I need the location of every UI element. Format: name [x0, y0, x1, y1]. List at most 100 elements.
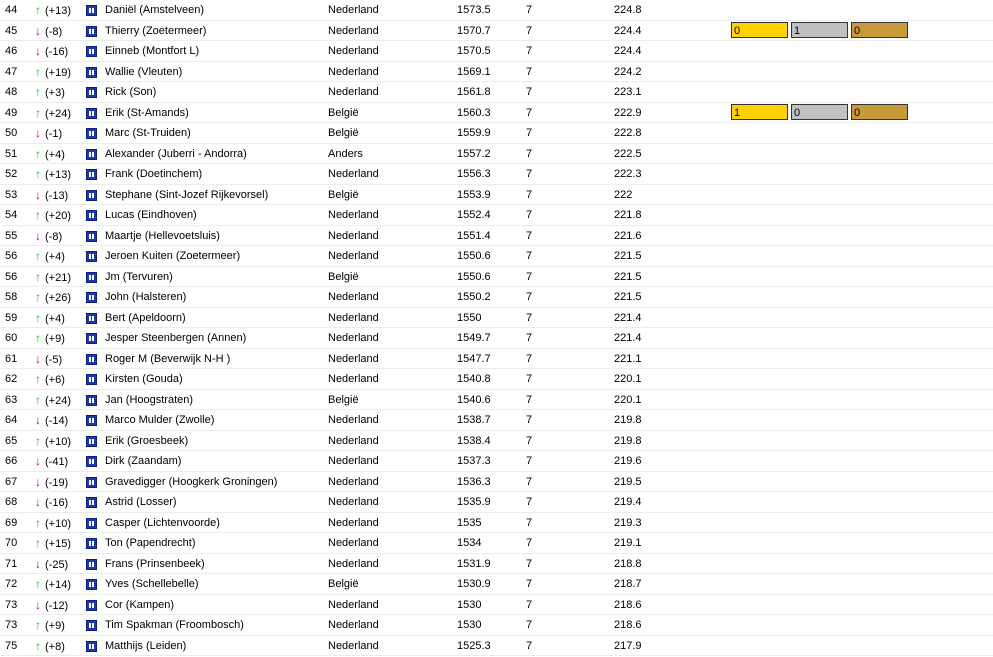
player-name-link[interactable]: Ton (Papendrecht)	[105, 533, 196, 553]
rank-cell: 55	[5, 229, 18, 242]
player-profile-icon[interactable]	[86, 46, 97, 57]
player-name-link[interactable]: Casper (Lichtenvoorde)	[105, 513, 220, 533]
average-cell: 217.9	[614, 639, 642, 652]
table-row: 59 ↑ (+4) Bert (Apeldoorn) Nederland 1550 7 221…	[0, 308, 993, 328]
player-profile-icon[interactable]	[86, 435, 97, 447]
rank-delta: (+26)	[45, 292, 71, 304]
player-profile-icon[interactable]	[86, 640, 97, 652]
table-row: 56 ↑ (+4) Jeroen Kuiten (Zoetermeer) Nederla…	[0, 246, 993, 267]
arrow-up-icon: ↑	[35, 290, 41, 304]
rank-cell: 45	[5, 24, 18, 37]
country-cell: Nederland	[328, 496, 379, 508]
player-name-link[interactable]: Einneb (Montfort L)	[105, 41, 199, 61]
player-name-link[interactable]: Bert (Apeldoorn)	[105, 308, 186, 328]
player-profile-icon[interactable]	[86, 312, 97, 324]
player-profile-icon[interactable]	[86, 169, 97, 180]
player-name-link[interactable]: Jm (Tervuren)	[105, 267, 173, 287]
country-cell: Nederland	[328, 455, 379, 467]
player-name-link[interactable]: Roger M (Beverwijk N-H )	[105, 349, 230, 369]
bronze-medal-count: 0	[851, 103, 908, 120]
player-name-link[interactable]: Jeroen Kuiten (Zoetermeer)	[105, 246, 240, 266]
player-profile-icon[interactable]	[86, 538, 97, 549]
player-profile-icon[interactable]	[86, 456, 97, 467]
player-profile-icon[interactable]	[86, 620, 97, 631]
rank-change: ↑ (+9)	[33, 328, 65, 348]
player-name-link[interactable]: Yves (Schellebelle)	[105, 574, 199, 594]
rank-delta: (+4)	[45, 148, 65, 161]
rank-delta: (+14)	[45, 579, 71, 591]
player-profile-icon[interactable]	[86, 25, 97, 37]
rank-cell: 53	[5, 188, 18, 201]
arrow-down-icon: ↓	[35, 597, 41, 612]
table-row: 73 ↓ (-12) Cor (Kampen) Nederland 1530 7 218.6	[0, 595, 993, 615]
player-name-link[interactable]: Cor (Kampen)	[105, 595, 174, 615]
player-name-link[interactable]: Wallie (Vleuten)	[105, 62, 182, 82]
player-name-link[interactable]: Astrid (Losser)	[105, 492, 177, 512]
games-cell: 7	[526, 65, 533, 78]
player-name-link[interactable]: John (Halsteren)	[105, 287, 186, 307]
rank-change: ↑ (+24)	[33, 103, 71, 123]
player-name-link[interactable]: Lucas (Eindhoven)	[105, 205, 197, 225]
player-name-link[interactable]: Daniël (Amstelveen)	[105, 0, 204, 20]
games-cell: 7	[526, 147, 533, 160]
table-row: 68 ↓ (-16) Astrid (Losser) Nederland 1535.9 7 2…	[0, 492, 993, 513]
player-name-link[interactable]: Frank (Doetinchem)	[105, 164, 202, 184]
player-profile-icon[interactable]	[86, 5, 97, 16]
average-cell: 221.5	[614, 291, 642, 303]
player-profile-icon[interactable]	[86, 271, 97, 283]
player-profile-icon[interactable]	[86, 107, 97, 119]
score-cell: 1570.5	[457, 45, 491, 57]
rank-cell: 48	[5, 86, 18, 98]
player-name-link[interactable]: Erik (Groesbeek)	[105, 431, 188, 451]
player-name-link[interactable]: Rick (Son)	[105, 82, 156, 102]
player-profile-icon[interactable]	[86, 210, 97, 221]
player-profile-icon[interactable]	[86, 517, 97, 529]
player-profile-icon[interactable]	[86, 292, 97, 303]
player-name-link[interactable]: Jan (Hoogstraten)	[105, 390, 193, 410]
player-profile-icon[interactable]	[86, 599, 97, 611]
player-profile-icon[interactable]	[86, 128, 97, 139]
games-cell: 7	[526, 45, 533, 57]
player-name-link[interactable]: Marc (St-Truiden)	[105, 123, 191, 143]
table-row: 50 ↓ (-1) Marc (St-Truiden) België 1559.9 7 222…	[0, 123, 993, 144]
player-profile-icon[interactable]	[86, 476, 97, 488]
player-name-link[interactable]: Matthijs (Leiden)	[105, 636, 186, 656]
average-cell: 219.8	[614, 434, 642, 447]
player-name-link[interactable]: Marco Mulder (Zwolle)	[105, 410, 214, 430]
player-profile-icon[interactable]	[86, 189, 97, 201]
average-cell: 219.4	[614, 496, 642, 508]
rank-cell: 73	[5, 598, 18, 611]
player-name-link[interactable]: Erik (St-Amands)	[105, 103, 189, 123]
player-name-link[interactable]: Stephane (Sint-Jozef Rijkevorsel)	[105, 185, 268, 205]
player-name-link[interactable]: Frans (Prinsenbeek)	[105, 554, 205, 574]
average-cell: 224.4	[614, 24, 642, 37]
arrow-up-icon: ↑	[35, 618, 41, 632]
player-name-link[interactable]: Alexander (Juberri - Andorra)	[105, 144, 247, 164]
player-profile-icon[interactable]	[86, 66, 97, 78]
player-profile-icon[interactable]	[86, 558, 97, 570]
table-row: 65 ↑ (+10) Erik (Groesbeek) Nederland 1538.4 7…	[0, 431, 993, 451]
player-name-link[interactable]: Kirsten (Gouda)	[105, 369, 183, 389]
player-name-link[interactable]: Gravedigger (Hoogkerk Groningen)	[105, 472, 277, 492]
rank-change: ↓ (-8)	[33, 21, 62, 41]
ranking-table: 44 ↑ (+13) Daniël (Amstelveen) Nederland 1573…	[0, 0, 993, 656]
score-cell: 1530	[457, 619, 482, 631]
player-profile-icon[interactable]	[86, 230, 97, 242]
player-name-link[interactable]: Tim Spakman (Froombosch)	[105, 615, 244, 635]
player-name-link[interactable]: Thierry (Zoetermeer)	[105, 21, 206, 41]
player-profile-icon[interactable]	[86, 87, 97, 98]
player-profile-icon[interactable]	[86, 497, 97, 508]
player-profile-icon[interactable]	[86, 579, 97, 590]
player-profile-icon[interactable]	[86, 353, 97, 365]
player-profile-icon[interactable]	[86, 251, 97, 262]
average-cell: 218.8	[614, 557, 642, 570]
player-name-link[interactable]: Maartje (Hellevoetsluis)	[105, 226, 220, 246]
player-profile-icon[interactable]	[86, 415, 97, 426]
player-profile-icon[interactable]	[86, 394, 97, 406]
player-profile-icon[interactable]	[86, 148, 97, 160]
player-name-link[interactable]: Dirk (Zaandam)	[105, 451, 181, 471]
country-cell: Nederland	[328, 209, 379, 221]
player-name-link[interactable]: Jesper Steenbergen (Annen)	[105, 328, 246, 348]
player-profile-icon[interactable]	[86, 333, 97, 344]
player-profile-icon[interactable]	[86, 374, 97, 385]
